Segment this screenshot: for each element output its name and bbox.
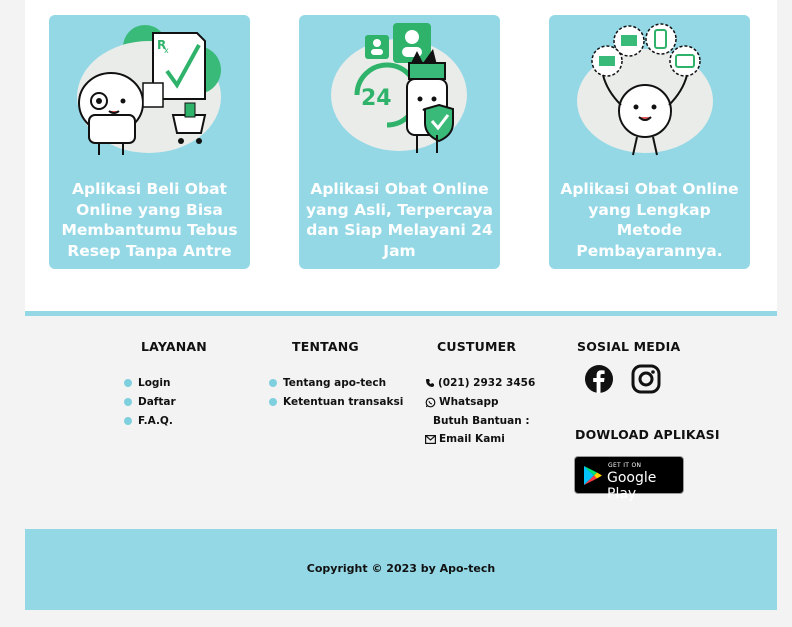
copyright-text: Copyright © 2023 by Apo-tech [306, 562, 496, 575]
whatsapp-link[interactable]: Whatsapp [425, 396, 499, 408]
feature-card-prescription[interactable]: R x Aplikasi Beli Obat Online yang Bisa … [49, 15, 250, 269]
footer-link-tentang[interactable]: Tentang apo-tech [269, 377, 386, 389]
instagram-icon[interactable] [631, 364, 661, 394]
card-caption: Aplikasi Obat Online yang Lengkap Metode… [560, 180, 739, 260]
bullet-icon [269, 398, 277, 406]
help-label: Butuh Bantuan : [433, 415, 530, 427]
footer-link-ketentuan[interactable]: Ketentuan transaksi [269, 396, 403, 408]
phone-link[interactable]: (021) 2932 3456 [425, 377, 535, 389]
customer-title: CUSTUMER [437, 339, 517, 354]
google-play-badge[interactable]: GET IT ON Google Play [574, 456, 684, 502]
phone-icon [425, 378, 435, 388]
bullet-icon [124, 398, 132, 406]
site-footer: LAYANAN Login Daftar F.A.Q. TENTANG Tent… [25, 311, 777, 529]
svg-text:x: x [164, 46, 169, 55]
bullet-icon [269, 379, 277, 387]
feature-card-24h[interactable]: 24 Aplikasi Obat Online yang Asli, Terpe… [299, 15, 500, 269]
bullet-icon [124, 417, 132, 425]
footer-link-label: Tentang apo-tech [283, 377, 387, 389]
footer-link-login[interactable]: Login [124, 377, 171, 389]
feature-card-payment[interactable]: Aplikasi Obat Online yang Lengkap Metode… [549, 15, 750, 269]
whatsapp-label: Whatsapp [439, 396, 499, 408]
page-container: R x Aplikasi Beli Obat Online yang Bisa … [25, 0, 777, 610]
copyright-bar: Copyright © 2023 by Apo-tech [25, 529, 777, 610]
footer-link-faq[interactable]: F.A.Q. [124, 415, 173, 427]
footer-link-label: F.A.Q. [138, 415, 173, 427]
footer-link-label: Login [138, 377, 171, 389]
card-caption: Aplikasi Beli Obat Online yang Bisa Memb… [61, 180, 238, 260]
phone-number: (021) 2932 3456 [438, 377, 536, 389]
footer-link-daftar[interactable]: Daftar [124, 396, 176, 408]
bullet-icon [124, 379, 132, 387]
layanan-title: LAYANAN [141, 339, 207, 354]
email-link[interactable]: Email Kami [425, 433, 505, 445]
twenty-four-label: 24 [361, 86, 392, 111]
badge-big-text: Google Play [607, 470, 657, 502]
badge-small-text: GET IT ON [608, 462, 642, 469]
tentang-title: TENTANG [292, 339, 359, 354]
footer-link-label: Daftar [138, 396, 176, 408]
card-caption: Aplikasi Obat Online yang Asli, Terperca… [306, 180, 493, 260]
mail-icon [425, 434, 436, 444]
footer-link-label: Ketentuan transaksi [283, 396, 404, 408]
google-play-icon [584, 466, 602, 485]
whatsapp-icon [425, 397, 436, 408]
payment-methods-illustration [577, 23, 713, 156]
social-title: SOSIAL MEDIA [577, 339, 681, 354]
email-label: Email Kami [439, 433, 505, 445]
prescription-illustration: R x [77, 25, 221, 155]
facebook-icon[interactable] [584, 364, 614, 394]
twenty-four-hour-illustration: 24 [331, 23, 467, 153]
download-app-title: DOWLOAD APLIKASI [575, 427, 720, 442]
